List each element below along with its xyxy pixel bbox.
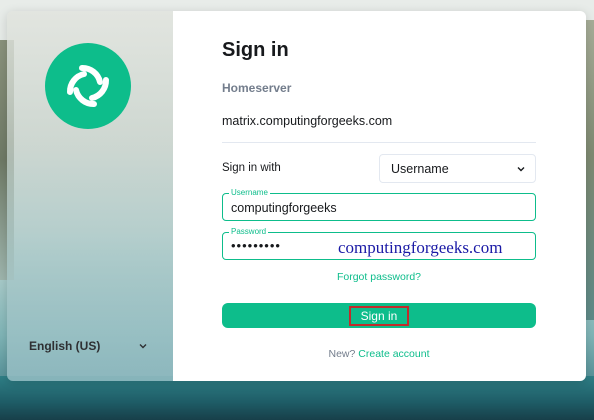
sign-in-button-label: Sign in xyxy=(348,305,410,326)
username-field[interactable]: Username computingforgeeks xyxy=(222,188,536,221)
forgot-password-row: Forgot password? xyxy=(222,271,536,283)
sign-in-with-label: Sign in with xyxy=(222,162,281,174)
language-selector[interactable]: English (US) xyxy=(29,335,149,357)
divider xyxy=(222,142,536,143)
create-account-link[interactable]: Create account xyxy=(358,348,429,360)
sign-in-method-select[interactable]: Username xyxy=(379,154,536,183)
password-masked-value: ••••••••• xyxy=(231,238,281,253)
watermark: computingforgeeks.com xyxy=(338,238,503,257)
branding-pane: English (US) xyxy=(7,11,173,381)
password-field-label: Password xyxy=(229,227,269,237)
chevron-down-icon xyxy=(139,344,147,349)
homeserver-label: Homeserver xyxy=(222,81,292,95)
language-label: English (US) xyxy=(29,339,101,353)
username-value: computingforgeeks xyxy=(231,201,337,215)
sign-in-method-value: Username xyxy=(391,161,449,176)
login-card: English (US) Sign in Homeserver matrix.c… xyxy=(7,11,586,381)
homeserver-value: matrix.computingforgeeks.com xyxy=(222,114,393,128)
element-logo-icon xyxy=(45,43,131,129)
element-logo-glyph xyxy=(67,65,109,107)
sign-in-button[interactable]: Sign in xyxy=(222,303,536,328)
create-account-row: New? Create account xyxy=(222,348,536,360)
forgot-password-link[interactable]: Forgot password? xyxy=(337,271,421,283)
page-title: Sign in xyxy=(222,39,289,61)
chevron-down-icon xyxy=(517,166,525,171)
background-water xyxy=(0,376,594,420)
username-field-label: Username xyxy=(229,188,270,198)
sign-in-pane: Sign in Homeserver matrix.computingforge… xyxy=(173,11,586,381)
new-prompt: New? xyxy=(328,348,356,360)
